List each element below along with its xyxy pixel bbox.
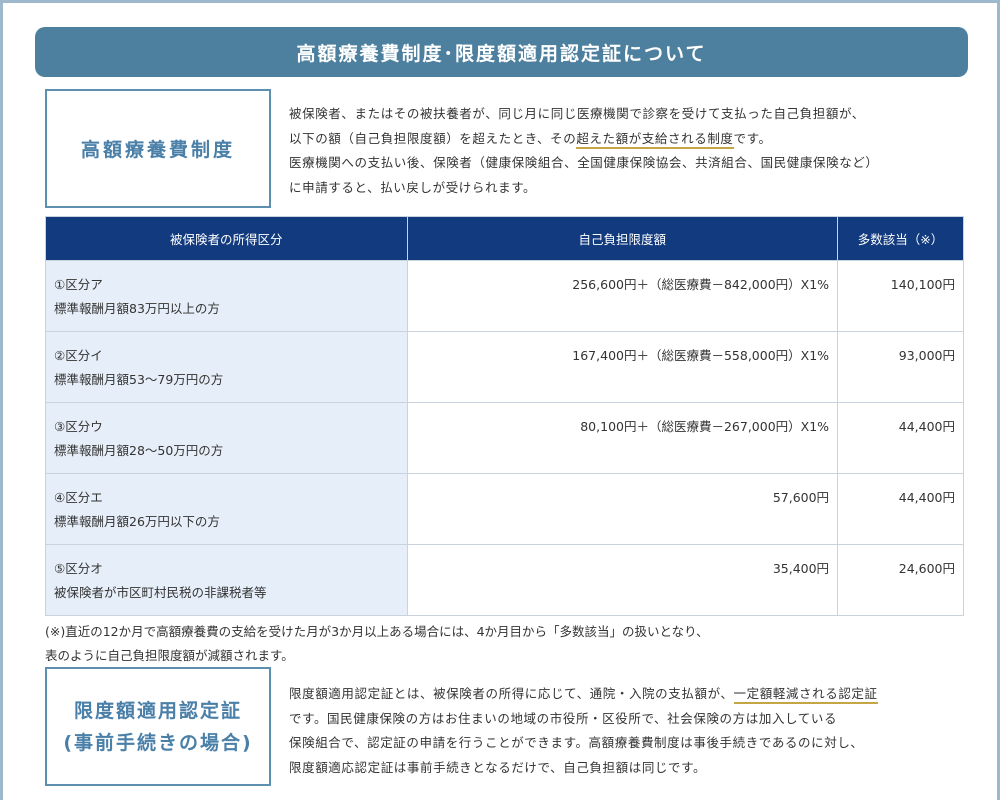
desc-text: 限度額適用認定証とは、被保険者の所得に応じて、通院・入院の支払額が、 (289, 686, 734, 701)
footnote: (※)直近の12か月で高額療養費の支給を受けた月が3か月以上ある場合には、4か月… (45, 620, 945, 668)
desc-line: 以下の額（自己負担限度額）を超えたとき、その超えた額が支給される制度です。 (289, 127, 989, 152)
limit-amount-cell: 256,600円＋（総医療費－842,000円）X1% (406, 260, 839, 332)
limit-amount-cell: 35,400円 (406, 544, 839, 616)
table-row: ⑤区分オ被保険者が市区町村民税の非課税者等 35,400円 24,600円 (45, 544, 964, 616)
multiple-cell: 24,600円 (837, 544, 964, 616)
income-category-cell: ②区分イ標準報酬月額53～79万円の方 (45, 331, 408, 403)
category-desc: 標準報酬月額83万円以上の方 (54, 301, 220, 316)
page-title-text: 高額療養費制度･限度額適用認定証について (296, 42, 707, 65)
income-category-cell: ④区分エ標準報酬月額26万円以下の方 (45, 473, 408, 545)
page-title: 高額療養費制度･限度額適用認定証について (35, 27, 968, 77)
desc-line: に申請すると、払い戻しが受けられます。 (289, 179, 537, 195)
section-label-text: 限度額適用認定証 (73, 699, 242, 722)
desc-text: 以下の額（自己負担限度額）を超えたとき、その (289, 130, 577, 146)
desc-line: 限度額適用認定証とは、被保険者の所得に応じて、通院・入院の支払額が、一定額軽減さ… (289, 682, 989, 707)
category-desc: 被保険者が市区町村民税の非課税者等 (54, 585, 267, 600)
desc-text: です。 (733, 130, 772, 146)
table-row: ②区分イ標準報酬月額53～79万円の方 167,400円＋（総医療費－558,0… (45, 331, 964, 403)
income-category-cell: ③区分ウ標準報酬月額28～50万円の方 (45, 402, 408, 474)
section-label-limit-certificate: 限度額適用認定証 (事前手続きの場合) (45, 667, 271, 786)
footnote-line: (※)直近の12か月で高額療養費の支給を受けた月が3か月以上ある場合には、4か月… (45, 624, 709, 639)
limit-amount-cell: 167,400円＋（総医療費－558,000円）X1% (406, 331, 839, 403)
limit-table: 被保険者の所得区分 自己負担限度額 多数該当（※） ①区分ア標準報酬月額83万円… (45, 216, 964, 616)
desc-line: 被保険者、またはその被扶養者が、同じ月に同じ医療機関で診察を受けて支払った自己負… (289, 106, 865, 121)
footnote-line: 表のように自己負担限度額が減額されます。 (45, 648, 294, 663)
category-desc: 標準報酬月額53～79万円の方 (54, 372, 224, 387)
header-income-category: 被保険者の所得区分 (45, 216, 408, 261)
category-desc: 標準報酬月額26万円以下の方 (54, 514, 220, 529)
limit-amount-cell: 57,600円 (406, 473, 839, 545)
table-row: ④区分エ標準報酬月額26万円以下の方 57,600円 44,400円 (45, 473, 964, 545)
high-cost-description: 被保険者、またはその被扶養者が、同じ月に同じ医療機関で診察を受けて支払った自己負… (289, 102, 989, 200)
header-limit-amount: 自己負担限度額 (406, 216, 839, 261)
table-header-row: 被保険者の所得区分 自己負担限度額 多数該当（※） (45, 216, 964, 261)
multiple-cell: 44,400円 (837, 402, 964, 474)
category-desc: 標準報酬月額28～50万円の方 (54, 443, 224, 458)
desc-line: 限度額適応認定証は事前手続きとなるだけで、自己負担額は同じです。 (289, 759, 707, 775)
category-name: ③区分ウ (54, 419, 103, 434)
income-category-cell: ⑤区分オ被保険者が市区町村民税の非課税者等 (45, 544, 408, 616)
desc-line: 医療機関への支払い後、保険者（健康保険組合、全国健康保険協会、共済組合、国民健康… (289, 155, 879, 170)
section-label-subtext: (事前手続きの場合) (63, 731, 253, 754)
section-label-high-cost: 高額療養費制度 (45, 89, 271, 208)
multiple-cell: 44,400円 (837, 473, 964, 545)
limit-certificate-description: 限度額適用認定証とは、被保険者の所得に応じて、通院・入院の支払額が、一定額軽減さ… (289, 682, 989, 780)
multiple-cell: 140,100円 (837, 260, 964, 332)
section-label-text: 高額療養費制度 (80, 139, 235, 161)
category-name: ⑤区分オ (54, 561, 103, 576)
income-category-cell: ①区分ア標準報酬月額83万円以上の方 (45, 260, 408, 332)
category-name: ①区分ア (54, 277, 103, 292)
category-name: ④区分エ (54, 490, 103, 505)
header-multiple: 多数該当（※） (837, 216, 964, 261)
multiple-cell: 93,000円 (837, 331, 964, 403)
table-row: ①区分ア標準報酬月額83万円以上の方 256,600円＋（総医療費－842,00… (45, 260, 964, 332)
table-row: ③区分ウ標準報酬月額28～50万円の方 80,100円＋（総医療費－267,00… (45, 402, 964, 474)
highlight-text: 一定額軽減される認定証 (733, 686, 878, 704)
desc-line: です。国民健康保険の方はお住まいの地域の市役所・区役所で、社会保険の方は加入して… (289, 710, 838, 726)
highlight-text: 超えた額が支給される制度 (576, 130, 734, 149)
limit-amount-cell: 80,100円＋（総医療費－267,000円）X1% (406, 402, 839, 474)
category-name: ②区分イ (54, 348, 103, 363)
desc-line: 保険組合で、認定証の申請を行うことができます。高額療養費制度は事後手続きであるの… (289, 735, 864, 750)
